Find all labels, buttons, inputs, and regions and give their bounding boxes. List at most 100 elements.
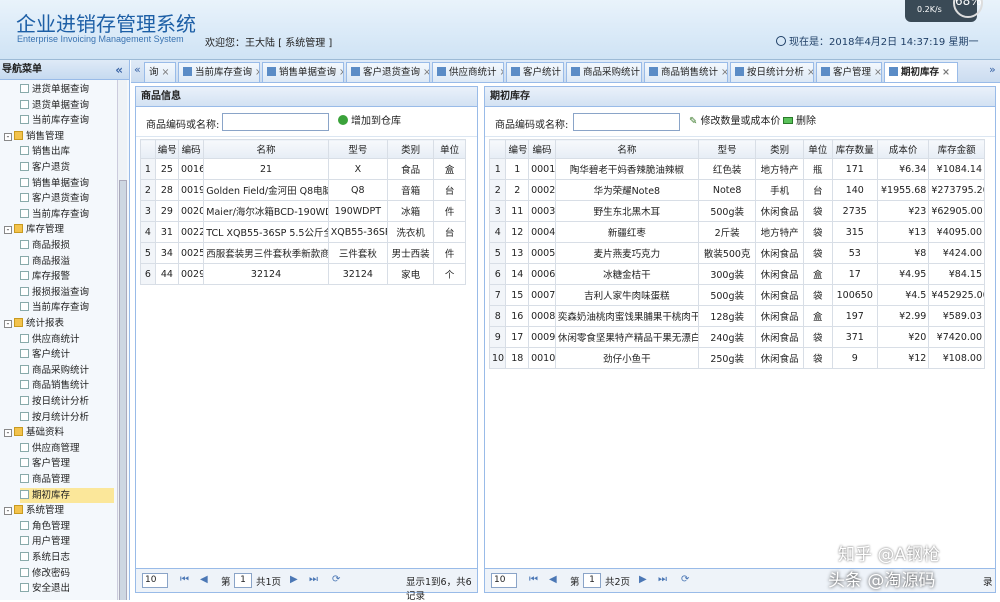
nav-item[interactable]: 系统日志 xyxy=(20,550,114,565)
nav-item[interactable]: 客户退货查询 xyxy=(20,191,114,206)
column-header[interactable]: 类别 xyxy=(755,139,804,159)
table-row[interactable]: 1 1 0001 陶华碧老干妈香辣脆油辣椒 红色装 地方特产瓶 171 ¥6.34 ¥1084.… xyxy=(488,158,985,180)
column-header[interactable]: 单位 xyxy=(433,139,466,159)
nav-item[interactable]: - 库存管理 xyxy=(4,222,114,237)
nav-item[interactable]: 商品采购统计 xyxy=(20,363,114,378)
close-icon[interactable]: × xyxy=(255,67,259,78)
column-header[interactable]: 类别 xyxy=(386,139,435,159)
nav-item[interactable]: 库存报警 xyxy=(20,269,114,284)
edit-qty-cost-button[interactable]: ✎ 修改数量或成本价 xyxy=(689,114,781,130)
table-row[interactable]: 3 11 0003 野生东北黑木耳 500g装 休闲食品袋 2735 ¥23 ¥62905.00 xyxy=(488,200,985,222)
table-row[interactable]: 9 17 0009 休闲零食坚果特产精品干果无漂白大 240g装 休闲食品袋 371 ¥20 ¥… xyxy=(488,326,985,348)
column-header[interactable]: 库存金额 xyxy=(928,139,985,159)
column-header[interactable]: 编码 xyxy=(177,139,205,159)
table-row[interactable]: 5 13 0005 麦片燕麦巧克力 散装500克 休闲食品袋 53 ¥8 ¥424.00 xyxy=(488,242,985,264)
tab-item[interactable]: 期初库存 × xyxy=(884,62,958,82)
last-page-icon[interactable]: ⏭ xyxy=(309,574,318,585)
search-input[interactable] xyxy=(222,113,329,131)
table-row[interactable]: 6 44 0029 32124 32124 家电个 xyxy=(140,263,466,285)
refresh-icon[interactable]: ⟳ xyxy=(332,574,340,585)
nav-item[interactable]: 按月统计分析 xyxy=(20,410,114,425)
search-input[interactable] xyxy=(573,113,680,131)
scroll-thumb[interactable] xyxy=(119,180,127,600)
last-page-icon[interactable]: ⏭ xyxy=(658,574,667,585)
nav-item[interactable]: - 销售管理 xyxy=(4,129,114,144)
tab-item[interactable]: 商品销售统计× xyxy=(644,62,728,82)
nav-item[interactable]: 用户管理 xyxy=(20,534,114,549)
first-page-icon[interactable]: ⏮ xyxy=(180,574,189,585)
nav-item[interactable]: 商品报溢 xyxy=(20,254,114,269)
table-row[interactable]: 10 18 0010 劲仔小鱼干 250g装 休闲食品袋 9 ¥12 ¥108.00 xyxy=(488,347,985,369)
table-row[interactable]: 8 16 0008 奕森奶油桃肉蜜饯果脯果干桃肉干休 128g装 休闲食品盒 197 ¥2.9… xyxy=(488,305,985,327)
collapse-icon[interactable]: « xyxy=(115,60,123,80)
prev-page-icon[interactable]: ◀ xyxy=(549,574,557,585)
table-row[interactable]: 5340025西服套装男三件套秋季新款商务休闲三件套秋男士西装件 xyxy=(140,242,466,264)
nav-item[interactable]: 客户统计 xyxy=(20,347,114,362)
nav-item[interactable]: 角色管理 xyxy=(20,519,114,534)
table-row[interactable]: 2 2 0002 华为荣耀Note8 Note8 手机台 140 ¥1955.68 ¥27379… xyxy=(488,179,985,201)
nav-item[interactable]: 客户管理 xyxy=(20,456,114,471)
close-icon[interactable]: × xyxy=(500,67,503,78)
table-row[interactable]: 1 25 0016 21 X 食品盒 xyxy=(140,158,466,180)
nav-item[interactable]: 当前库存查询 xyxy=(20,113,114,128)
column-header[interactable]: 单位 xyxy=(802,139,833,159)
tab-item[interactable]: 客户管理 × xyxy=(816,62,882,82)
tab-item[interactable]: 商品采购统计× xyxy=(566,62,642,82)
close-icon[interactable]: × xyxy=(807,67,813,78)
nav-item[interactable]: 进货单据查询 xyxy=(20,82,114,97)
tab-item[interactable]: 销售单据查询× xyxy=(262,62,344,82)
nav-item[interactable]: 销售单据查询 xyxy=(20,176,114,191)
expand-toggle-icon[interactable]: - xyxy=(4,507,12,516)
nav-item[interactable]: - 基础资料 xyxy=(4,425,114,440)
nav-item[interactable]: 商品管理 xyxy=(20,472,114,487)
tab-item[interactable]: 当前库存查询× xyxy=(178,62,260,82)
page-size-select[interactable]: 10 xyxy=(142,573,168,588)
nav-item[interactable]: 按日统计分析 xyxy=(20,394,114,409)
nav-scrollbar[interactable] xyxy=(117,80,127,600)
table-row[interactable]: 7 15 0007 吉利人家牛肉味蛋糕 500g装 休闲食品袋 100650 ¥4.5 ¥452… xyxy=(488,284,985,306)
nav-item[interactable]: 客户退货 xyxy=(20,160,114,175)
table-row[interactable]: 6 14 0006 冰糖金桔干 300g装 休闲食品盒 17 ¥4.95 ¥84.15 xyxy=(488,263,985,285)
prev-page-icon[interactable]: ◀ xyxy=(200,574,208,585)
tab-item[interactable]: 客户退货查询× xyxy=(346,62,430,82)
tab-scroll-right-icon[interactable]: » xyxy=(989,63,996,76)
page-number-input[interactable]: 1 xyxy=(234,573,252,588)
nav-item[interactable]: 商品销售统计 xyxy=(20,378,114,393)
column-header[interactable]: 库存数量 xyxy=(831,139,878,159)
nav-item[interactable]: 供应商管理 xyxy=(20,441,114,456)
column-header[interactable]: 编码 xyxy=(528,139,556,159)
expand-toggle-icon[interactable]: - xyxy=(4,320,12,328)
next-page-icon[interactable]: ▶ xyxy=(639,574,647,585)
column-header[interactable]: 名称 xyxy=(203,139,329,159)
table-row[interactable]: 3290020Maier/海尔冰箱BCD-190WDPT双门190WDPT冰箱件 xyxy=(140,200,466,222)
column-header[interactable]: 型号 xyxy=(697,139,757,159)
column-header[interactable]: 编号 xyxy=(505,139,530,159)
nav-item[interactable]: - 统计报表 xyxy=(4,316,114,331)
column-header[interactable]: 型号 xyxy=(327,139,388,159)
nav-item[interactable]: 商品报损 xyxy=(20,238,114,253)
close-icon[interactable]: × xyxy=(721,67,727,78)
first-page-icon[interactable]: ⏮ xyxy=(529,574,538,585)
nav-item[interactable]: 销售出库 xyxy=(20,144,114,159)
column-header[interactable]: 名称 xyxy=(554,139,699,159)
delete-button[interactable]: 删除 xyxy=(783,114,816,130)
page-size-select[interactable]: 10 xyxy=(491,573,517,588)
table-row[interactable]: 2280019Golden Field/金河田 Q8电脑音箱Q8音箱台 xyxy=(140,179,466,201)
close-icon[interactable]: × xyxy=(162,67,170,78)
tab-item[interactable]: 按日统计分析× xyxy=(730,62,814,82)
table-row[interactable]: 4 12 0004 新疆红枣 2斤装 地方特产袋 315 ¥13 ¥4095.00 xyxy=(488,221,985,243)
nav-item[interactable]: 当前库存查询 xyxy=(20,300,114,315)
nav-item[interactable]: - 系统管理 xyxy=(4,503,114,518)
tab-item[interactable]: 供应商统计× xyxy=(432,62,504,82)
next-page-icon[interactable]: ▶ xyxy=(290,574,298,585)
table-row[interactable]: 4310022TCL XQB55-36SP 5.5公斤全自动波XQB55-36S… xyxy=(140,221,466,243)
nav-item[interactable]: 供应商统计 xyxy=(20,332,114,347)
nav-item[interactable]: 当前库存查询 xyxy=(20,207,114,222)
close-icon[interactable]: × xyxy=(423,67,429,78)
refresh-icon[interactable]: ⟳ xyxy=(681,574,689,585)
nav-item[interactable]: 安全退出 xyxy=(20,581,114,596)
close-icon[interactable]: × xyxy=(339,67,343,78)
nav-item[interactable]: 期初库存 xyxy=(20,487,114,503)
close-icon[interactable]: × xyxy=(874,67,881,78)
expand-toggle-icon[interactable]: - xyxy=(4,226,12,235)
